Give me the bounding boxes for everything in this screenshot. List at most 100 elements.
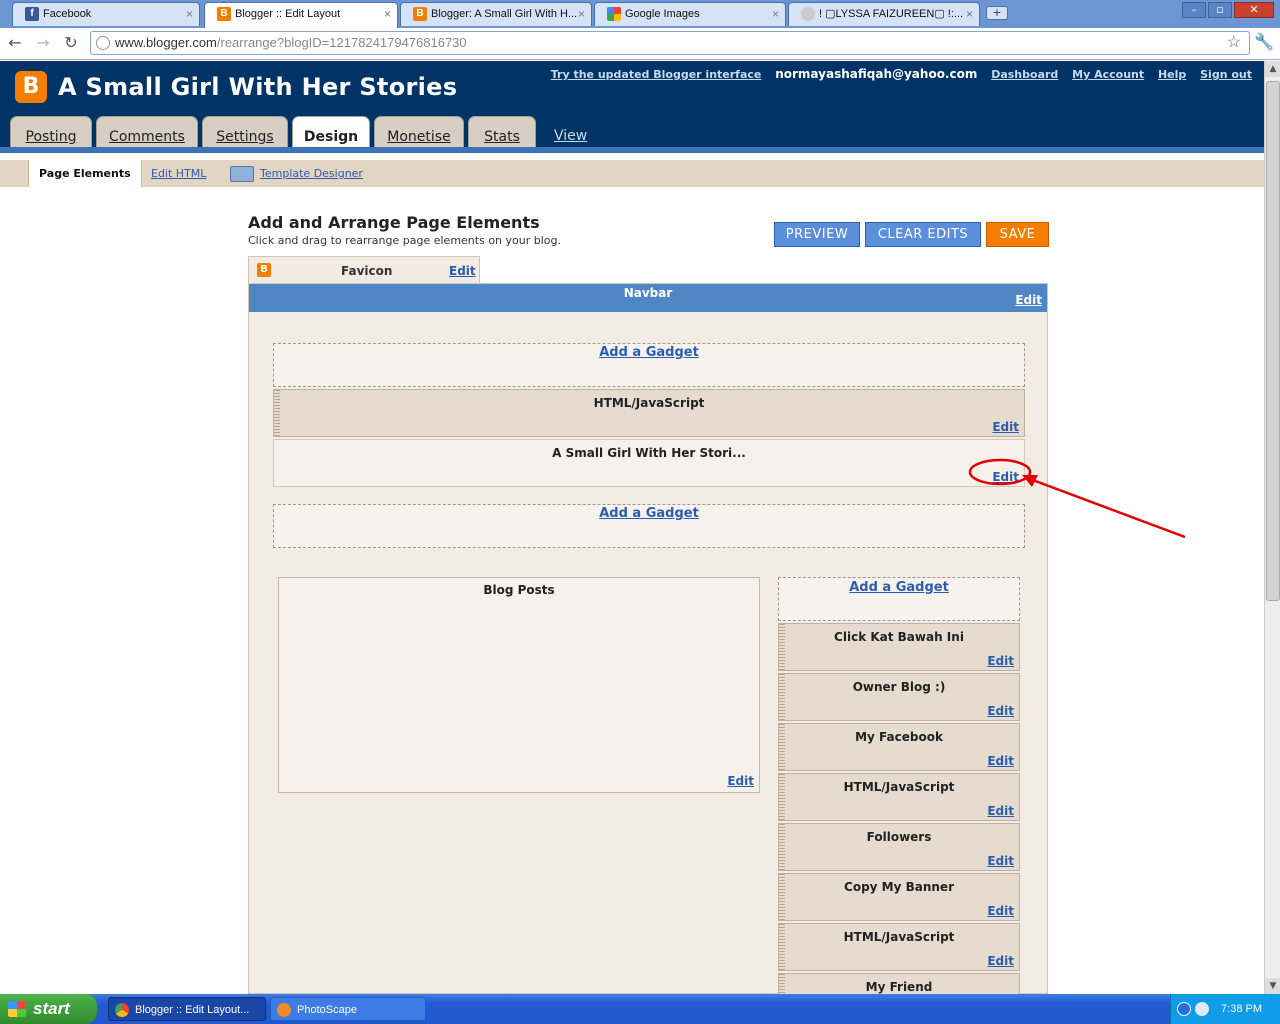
widget-header[interactable]: A Small Girl With Her Stori... Edit (273, 439, 1025, 487)
try-updated-link[interactable]: Try the updated Blogger interface (551, 68, 762, 81)
browser-tab-strip: f Facebook × B Blogger :: Edit Layout × … (0, 0, 1280, 28)
layout-editor: Navbar Edit Add a Gadget HTML/JavaScript… (248, 283, 1048, 995)
wrench-icon[interactable]: 🔧 (1254, 32, 1274, 51)
sign-out-link[interactable]: Sign out (1200, 68, 1252, 81)
new-tab-button[interactable]: + (986, 6, 1008, 20)
preview-button[interactable]: PREVIEW (774, 222, 860, 247)
start-label: start (33, 999, 70, 1018)
start-button[interactable]: start (0, 994, 97, 1024)
widget-edit-link[interactable]: Edit (987, 804, 1014, 818)
add-gadget-slot: Add a Gadget (273, 343, 1025, 387)
taskbar-item-label: Blogger :: Edit Layout... (135, 1004, 250, 1016)
sidebar-widget[interactable]: Followers Edit (778, 823, 1020, 871)
close-icon[interactable]: × (578, 3, 585, 25)
widget-edit-link[interactable]: Edit (987, 854, 1014, 868)
windows-taskbar: start Blogger :: Edit Layout... PhotoSca… (0, 994, 1280, 1024)
clear-edits-button[interactable]: CLEAR EDITS (865, 222, 981, 247)
widget-edit-link[interactable]: Edit (987, 954, 1014, 968)
navbar-edit-link[interactable]: Edit (1015, 293, 1042, 307)
taskbar-item-blogger[interactable]: Blogger :: Edit Layout... (108, 997, 266, 1021)
help-link[interactable]: Help (1158, 68, 1186, 81)
browser-tab-edit-layout[interactable]: B Blogger :: Edit Layout × (204, 2, 398, 28)
favicon-edit-link[interactable]: Edit (449, 264, 476, 278)
widget-edit-link[interactable]: Edit (992, 420, 1019, 434)
close-icon[interactable]: × (186, 3, 193, 25)
sub-tab-bar: Page Elements Edit HTML Template Designe… (0, 160, 1264, 187)
tab-label: Google Images (625, 8, 700, 20)
network-icon[interactable] (1195, 1002, 1209, 1016)
google-icon (607, 7, 621, 21)
browser-tab-lyssa[interactable]: ! ▢LYSSA FAIZUREEN▢ !:... × (788, 2, 980, 26)
close-icon[interactable]: × (966, 3, 973, 25)
close-icon[interactable]: × (772, 3, 779, 25)
dashboard-link[interactable]: Dashboard (991, 68, 1058, 81)
widget-edit-link[interactable]: Edit (987, 654, 1014, 668)
widget-edit-link[interactable]: Edit (987, 704, 1014, 718)
taskbar-item-photoscape[interactable]: PhotoScape (270, 997, 426, 1021)
widget-title: Followers (866, 830, 932, 844)
scroll-thumb[interactable] (1266, 81, 1280, 601)
widget-edit-link[interactable]: Edit (992, 470, 1019, 484)
navbar-widget: Navbar Edit (249, 284, 1047, 312)
browser-toolbar: ← → ↻ www.blogger.com/rearrange?blogID=1… (0, 28, 1280, 60)
navbar-label: Navbar (623, 286, 673, 300)
vertical-scrollbar[interactable]: ▲ ▼ (1264, 61, 1280, 994)
my-account-link[interactable]: My Account (1072, 68, 1144, 81)
chrome-icon (115, 1003, 129, 1017)
tray-expand-icon[interactable] (1177, 1002, 1191, 1016)
blogger-icon: B (257, 263, 271, 277)
sidebar-widget[interactable]: HTML/JavaScript Edit (778, 773, 1020, 821)
add-gadget-slot-sidebar: Add a Gadget (778, 577, 1020, 621)
blogger-icon: B (413, 7, 427, 21)
scroll-up-icon[interactable]: ▲ (1265, 61, 1280, 77)
widget-title: A Small Girl With Her Stori... (552, 446, 746, 460)
sidebar-widget[interactable]: My Friend (778, 973, 1020, 995)
widget-edit-link[interactable]: Edit (987, 904, 1014, 918)
browser-tab-blogger-blog[interactable]: B Blogger: A Small Girl With H... × (400, 2, 592, 26)
window-close-button[interactable]: ✕ (1234, 2, 1274, 18)
top-links: Try the updated Blogger interface normay… (541, 67, 1252, 81)
sidebar-widget[interactable]: Copy My Banner Edit (778, 873, 1020, 921)
browser-tab-google-images[interactable]: Google Images × (594, 2, 786, 26)
bookmark-star-icon[interactable]: ☆ (1227, 32, 1241, 54)
maximize-button[interactable]: ▫ (1208, 2, 1232, 18)
reload-icon[interactable]: ↻ (60, 32, 82, 54)
widget-title: My Facebook (855, 730, 943, 744)
save-button[interactable]: SAVE (986, 222, 1049, 247)
add-gadget-link[interactable]: Add a Gadget (274, 506, 1024, 521)
add-gadget-link[interactable]: Add a Gadget (274, 345, 1024, 360)
subtab-page-elements[interactable]: Page Elements (28, 160, 142, 187)
widget-edit-link[interactable]: Edit (987, 754, 1014, 768)
template-designer-icon (230, 166, 254, 182)
forward-icon[interactable]: → (32, 32, 54, 54)
sidebar-widget[interactable]: Owner Blog :) Edit (778, 673, 1020, 721)
tab-label: Blogger :: Edit Layout (235, 8, 341, 20)
subtab-template-designer[interactable]: Template Designer (250, 160, 373, 187)
sidebar-widget[interactable]: My Facebook Edit (778, 723, 1020, 771)
blogger-icon: B (217, 7, 231, 21)
photoscape-icon (277, 1003, 291, 1017)
favicon-widget: B Favicon Edit (248, 256, 480, 284)
browser-tab-facebook[interactable]: f Facebook × (12, 2, 200, 26)
scroll-down-icon[interactable]: ▼ (1265, 978, 1280, 994)
page-subtitle: Click and drag to rearrange page element… (248, 234, 561, 247)
user-email: normayashafiqah@yahoo.com (775, 67, 978, 81)
add-gadget-link[interactable]: Add a Gadget (779, 580, 1019, 595)
sidebar-widget[interactable]: HTML/JavaScript Edit (778, 923, 1020, 971)
minimize-button[interactable]: – (1182, 2, 1206, 18)
blogger-logo-icon[interactable]: B (15, 71, 47, 103)
taskbar-item-label: PhotoScape (297, 1004, 357, 1016)
blog-posts-widget[interactable]: Blog Posts Edit (278, 577, 760, 793)
address-bar[interactable]: www.blogger.com/rearrange?blogID=1217824… (90, 31, 1250, 55)
blog-posts-edit-link[interactable]: Edit (727, 774, 754, 788)
sidebar-widget[interactable]: Click Kat Bawah Ini Edit (778, 623, 1020, 671)
close-icon[interactable]: × (384, 3, 391, 25)
subtab-edit-html[interactable]: Edit HTML (141, 160, 216, 187)
globe-icon (96, 36, 110, 50)
widget-title: Owner Blog :) (852, 680, 946, 694)
widget-html-javascript[interactable]: HTML/JavaScript Edit (273, 389, 1025, 437)
page-title: Add and Arrange Page Elements (248, 213, 540, 232)
blogger-header: B A Small Girl With Her Stories Try the … (0, 61, 1264, 184)
tab-label: Blogger: A Small Girl With H... (431, 8, 578, 20)
back-icon[interactable]: ← (4, 32, 26, 54)
